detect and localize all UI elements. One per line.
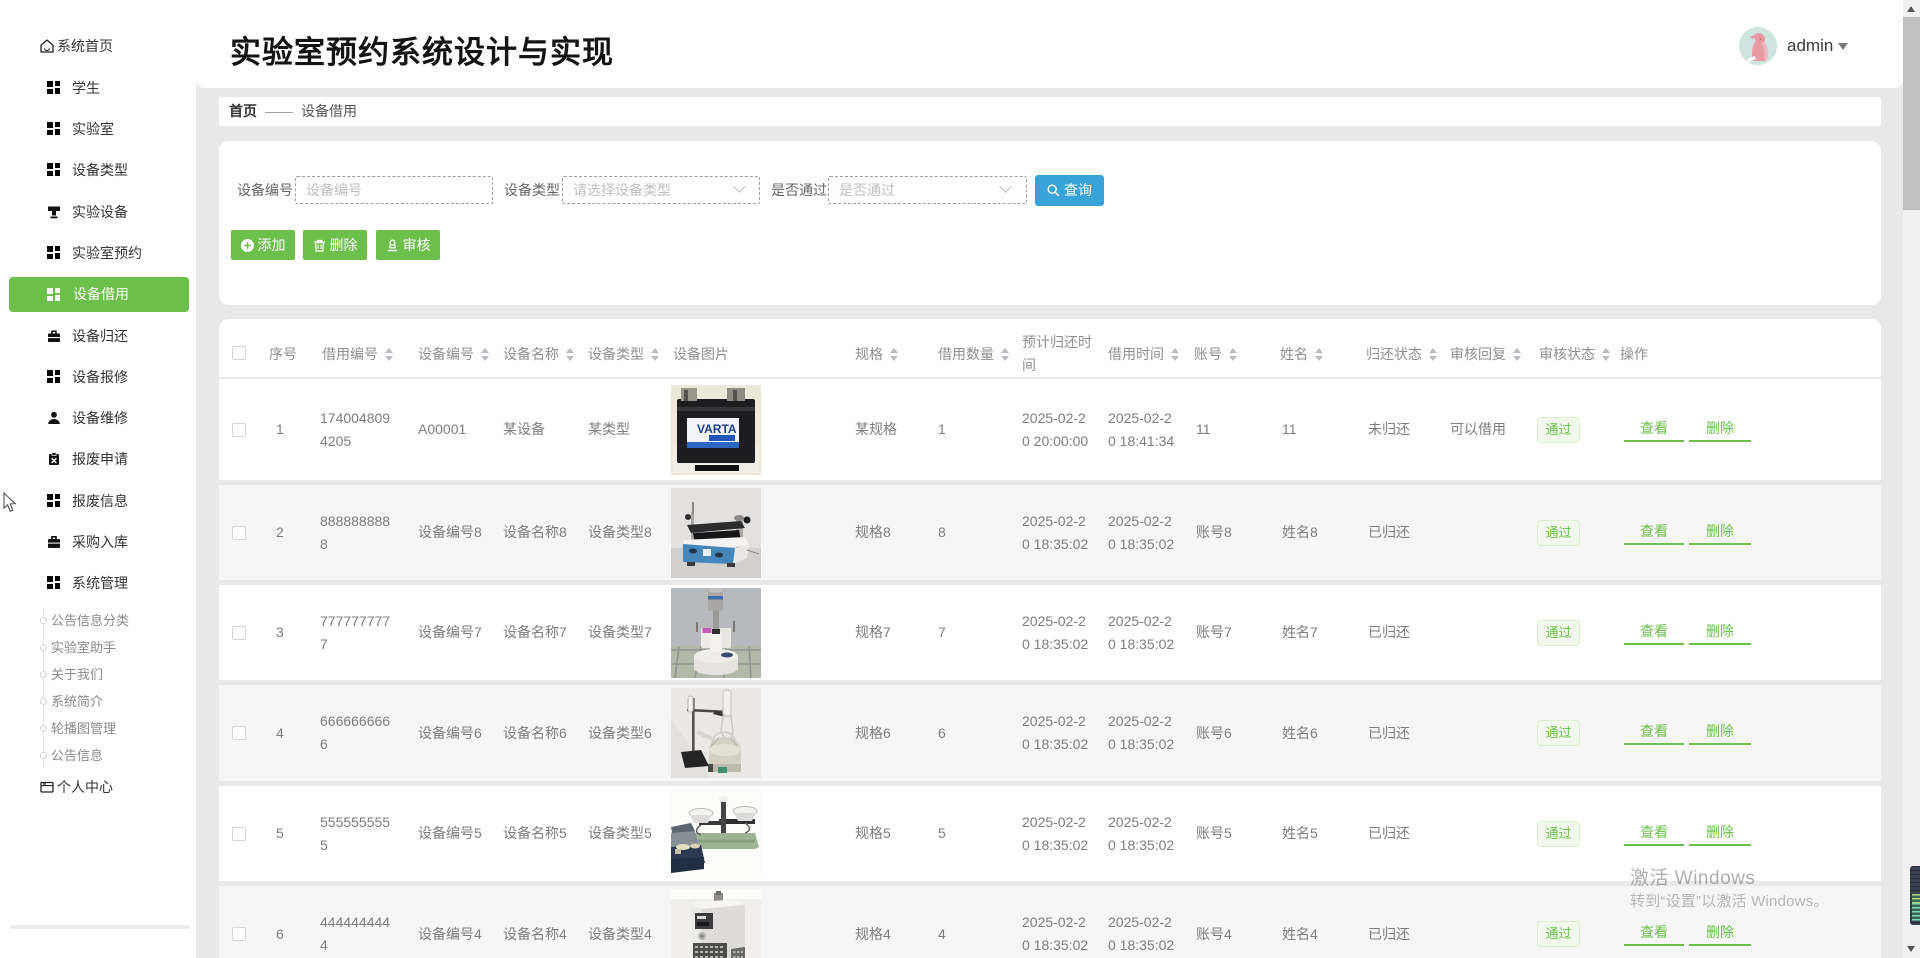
svg-text:VARTA: VARTA bbox=[697, 422, 737, 436]
